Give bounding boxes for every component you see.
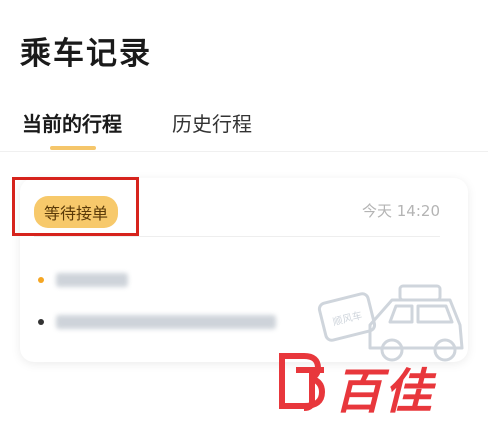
watermark-text: 百佳 (334, 364, 435, 420)
tab-current-trip[interactable]: 当前的行程 (22, 108, 122, 137)
tab-active-indicator (50, 146, 96, 150)
watermark: 百佳 (276, 350, 476, 420)
highlight-annotation (12, 177, 139, 236)
trip-time: 今天 14:20 (362, 202, 440, 220)
tab-bar: 当前的行程 历史行程 (0, 108, 488, 152)
page-title: 乘车记录 (20, 36, 152, 72)
start-point-dot (38, 277, 44, 283)
end-address-blurred (56, 315, 276, 329)
watermark-logo-icon (279, 353, 326, 411)
tabs-divider (0, 151, 488, 152)
svg-text:顺风车: 顺风车 (331, 309, 363, 329)
start-address-blurred (56, 273, 128, 287)
end-point-dot (38, 319, 44, 325)
card-divider (34, 236, 440, 237)
tab-history-trip[interactable]: 历史行程 (172, 108, 252, 137)
